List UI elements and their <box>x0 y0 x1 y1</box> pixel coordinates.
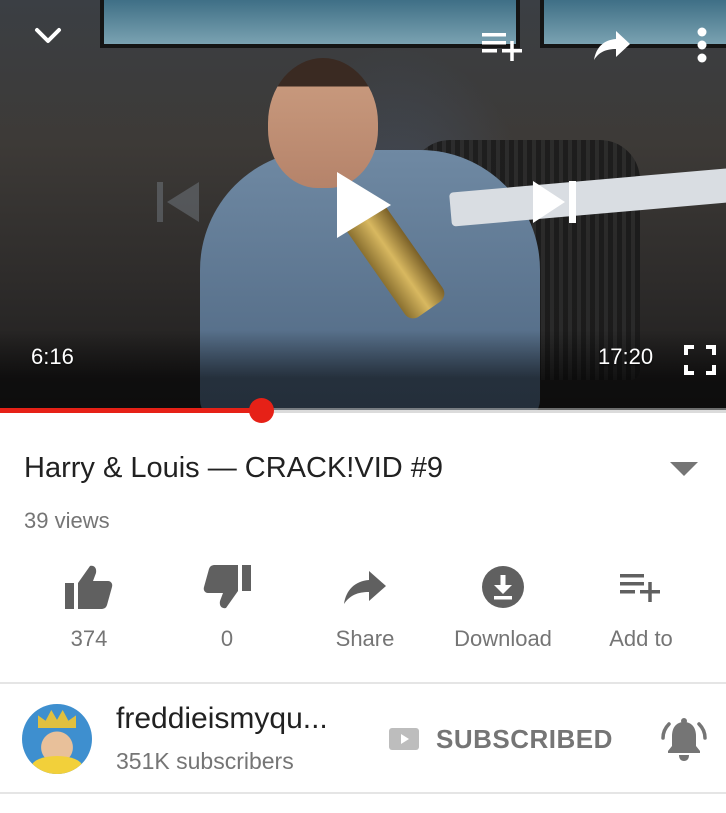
avatar-crown <box>38 710 76 728</box>
more-vert-icon <box>697 27 707 63</box>
dislike-button[interactable]: 0 <box>158 560 296 660</box>
video-duration: 17:20 <box>598 344 654 369</box>
channel-name[interactable]: freddieismyqu... <box>116 702 328 736</box>
subscriber-count: 351K subscribers <box>116 748 294 774</box>
avatar-shirt <box>32 756 82 774</box>
share-label: Share <box>335 626 395 651</box>
channel-avatar[interactable] <box>22 704 92 774</box>
arrow-drop-down-icon <box>670 462 698 476</box>
like-count: 374 <box>70 626 108 651</box>
playlist-add-icon <box>482 33 522 61</box>
video-frame-monitor <box>100 0 520 48</box>
action-bar: 374 0 Share Download Add to <box>20 560 710 660</box>
add-to-label: Add to <box>609 626 673 651</box>
fullscreen-icon <box>684 345 716 375</box>
video-frame-shade <box>0 330 726 410</box>
progress-scrubber[interactable] <box>249 398 274 423</box>
previous-video-button[interactable] <box>146 174 210 230</box>
youtube-play-icon <box>388 727 420 751</box>
subscribe-button[interactable]: SUBSCRIBED <box>436 724 613 755</box>
bell-ringing-icon <box>661 718 707 761</box>
current-time: 6:16 <box>31 344 74 369</box>
divider <box>0 792 726 794</box>
share-arrow-icon <box>594 31 630 60</box>
download-icon <box>482 566 524 608</box>
add-to-button[interactable]: Add to <box>572 560 710 660</box>
progress-played <box>0 408 261 413</box>
download-button[interactable]: Download <box>434 560 572 660</box>
collapse-button[interactable] <box>20 14 76 58</box>
video-player[interactable]: 6:16 17:20 <box>0 0 726 410</box>
view-count: 39 views <box>24 508 110 533</box>
video-title: Harry & Louis — CRACK!VID #9 <box>24 452 444 484</box>
expand-description-button[interactable] <box>664 452 704 484</box>
share-button-top[interactable] <box>580 22 644 68</box>
skip-previous-icon <box>157 182 199 222</box>
thumbs-down-icon <box>203 565 251 609</box>
download-label: Download <box>454 626 552 651</box>
more-options-button[interactable] <box>678 22 726 68</box>
divider <box>0 682 726 684</box>
playlist-add-icon <box>620 574 660 602</box>
notification-bell-button[interactable] <box>660 716 708 764</box>
skip-next-icon <box>533 181 576 223</box>
like-button[interactable]: 374 <box>20 560 158 660</box>
share-button[interactable]: Share <box>296 560 434 660</box>
thumbs-up-icon <box>65 565 113 609</box>
chevron-down-icon <box>35 28 61 43</box>
share-arrow-icon <box>344 571 386 604</box>
fullscreen-button[interactable] <box>676 338 724 382</box>
dislike-count: 0 <box>220 626 234 651</box>
next-video-button[interactable] <box>520 170 590 234</box>
play-button[interactable] <box>318 160 408 250</box>
play-icon <box>337 172 391 238</box>
add-to-queue-button[interactable] <box>470 22 534 68</box>
